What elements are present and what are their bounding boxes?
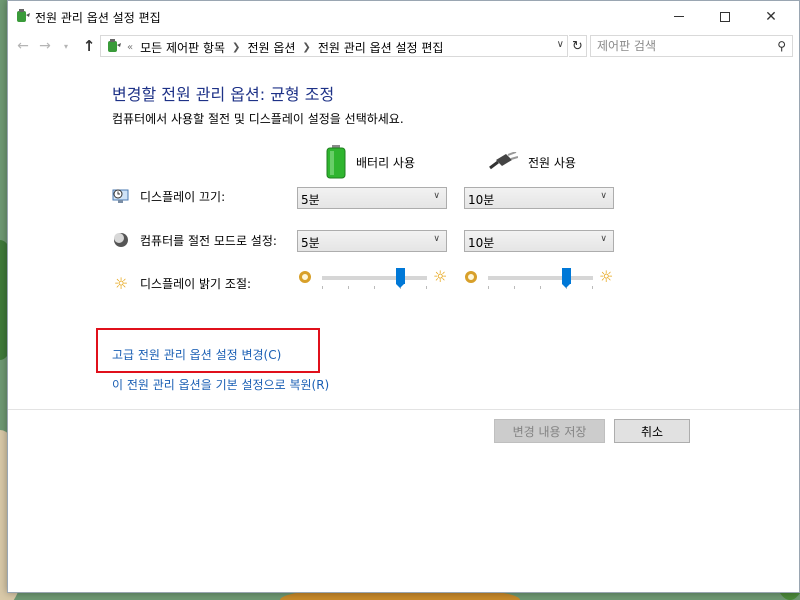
slider-track[interactable] [322, 276, 427, 280]
sleep-label: 컴퓨터를 절전 모드로 설정: [140, 233, 277, 248]
forward-arrow-icon: → [39, 38, 51, 54]
dim-brightness-icon [465, 271, 477, 283]
close-button[interactable]: ✕ [748, 1, 794, 32]
slider-tick [592, 286, 593, 289]
slider-ticks [322, 286, 427, 289]
slider-thumb[interactable] [562, 268, 572, 288]
save-changes-button[interactable]: 변경 내용 저장 [494, 419, 605, 443]
brightness-row: ☼ 디스플레이 밝기 조절: [112, 273, 252, 293]
breadcrumb: « 모든 제어판 항목 ❯ 전원 옵션 ❯ 전원 관리 옵션 설정 편집 [127, 39, 443, 56]
power-plug-icon [489, 152, 518, 170]
cancel-button[interactable]: 취소 [614, 419, 690, 443]
page-title: 변경할 전원 관리 옵션: 균형 조정 [112, 85, 335, 104]
restore-defaults-link[interactable]: 이 전원 관리 옵션을 기본 설정으로 복원(R) [112, 376, 329, 393]
monitor-clock-icon [112, 187, 130, 205]
sleep-plugged-value: 10분 [468, 236, 495, 250]
power-options-icon [108, 39, 121, 52]
recent-locations-button[interactable]: ▾ [60, 36, 72, 56]
search-input[interactable] [591, 36, 771, 56]
brightness-battery-slider[interactable]: ☼ [299, 265, 454, 291]
slider-tick [488, 286, 489, 289]
chevron-down-icon: ∨ [433, 191, 440, 201]
slider-tick [540, 286, 541, 289]
chevron-down-icon: ∨ [600, 234, 607, 244]
display-off-battery-select[interactable]: 5분 ∨ [297, 187, 447, 209]
forward-button[interactable]: → [36, 36, 54, 56]
moon-icon [112, 231, 130, 249]
minimize-icon [674, 16, 684, 17]
display-off-plugged-value: 10분 [468, 193, 495, 207]
slider-ticks [488, 286, 593, 289]
bright-brightness-icon: ☼ [599, 267, 614, 286]
brightness-plugged-slider[interactable]: ☼ [465, 265, 620, 291]
page-subtitle: 컴퓨터에서 사용할 절전 및 디스플레이 설정을 선택하세요. [112, 112, 404, 126]
chevron-down-icon: ∨ [433, 234, 440, 244]
slider-tick [374, 286, 375, 289]
column-header-battery: 배터리 사용 [326, 144, 415, 180]
window-title: 전원 관리 옵션 설정 편집 [35, 11, 161, 25]
sun-icon: ☼ [113, 273, 129, 293]
back-arrow-icon: ← [17, 38, 29, 54]
minimize-button[interactable] [656, 1, 702, 32]
search-icon[interactable]: ⚲ [777, 39, 786, 53]
chevron-down-icon[interactable]: ∨ [557, 39, 564, 50]
display-off-battery-value: 5분 [301, 193, 320, 207]
up-button[interactable]: ↑ [80, 36, 98, 56]
chevron-down-icon: ▾ [63, 41, 68, 51]
address-bar[interactable]: « 모든 제어판 항목 ❯ 전원 옵션 ❯ 전원 관리 옵션 설정 편집 ∨ [100, 35, 568, 57]
slider-track[interactable] [488, 276, 593, 280]
display-off-row: 디스플레이 끄기: [112, 187, 225, 205]
column-header-plugged-in: 전원 사용 [488, 144, 576, 180]
search-box: ⚲ [590, 35, 793, 57]
title-bar[interactable]: 전원 관리 옵션 설정 편집 ✕ [8, 1, 799, 32]
chevron-right-icon[interactable]: ❯ [302, 42, 310, 53]
up-arrow-icon: ↑ [82, 37, 96, 55]
chevron-right-icon[interactable]: ❯ [232, 42, 240, 53]
back-button[interactable]: ← [14, 36, 32, 56]
close-icon: ✕ [765, 8, 777, 25]
display-off-label: 디스플레이 끄기: [140, 189, 226, 204]
maximize-button[interactable] [702, 1, 748, 32]
power-options-icon [17, 9, 30, 22]
main-content: 변경할 전원 관리 옵션: 균형 조정 컴퓨터에서 사용할 절전 및 디스플레이… [8, 60, 799, 594]
sleep-plugged-select[interactable]: 10분 ∨ [464, 230, 614, 252]
battery-icon [326, 145, 346, 179]
column-label-plugged-in: 전원 사용 [528, 155, 576, 170]
sleep-battery-select[interactable]: 5분 ∨ [297, 230, 447, 252]
chevron-down-icon: ∨ [600, 191, 607, 201]
display-off-plugged-select[interactable]: 10분 ∨ [464, 187, 614, 209]
breadcrumb-all-items[interactable]: 모든 제어판 항목 [140, 39, 225, 56]
bright-brightness-icon: ☼ [433, 267, 448, 286]
dim-brightness-icon [299, 271, 311, 283]
breadcrumb-power-options[interactable]: 전원 옵션 [247, 39, 295, 56]
column-label-battery: 배터리 사용 [356, 155, 416, 170]
control-panel-window: 전원 관리 옵션 설정 편집 ✕ ← → ▾ ↑ « 모든 제어판 항목 ❯ 전… [7, 0, 800, 593]
breadcrumb-edit-plan[interactable]: 전원 관리 옵션 설정 편집 [318, 39, 444, 56]
slider-tick [514, 286, 515, 289]
slider-tick [322, 286, 323, 289]
navigation-bar: ← → ▾ ↑ « 모든 제어판 항목 ❯ 전원 옵션 ❯ 전원 관리 옵션 설… [8, 32, 799, 60]
slider-thumb[interactable] [396, 268, 406, 288]
maximize-icon [720, 11, 730, 22]
brightness-label: 디스플레이 밝기 조절: [140, 276, 252, 291]
slider-tick [348, 286, 349, 289]
refresh-button[interactable]: ↻ [569, 35, 587, 57]
slider-tick [426, 286, 427, 289]
divider [8, 409, 799, 410]
sleep-row: 컴퓨터를 절전 모드로 설정: [112, 231, 277, 249]
refresh-icon: ↻ [572, 38, 583, 54]
advanced-settings-link[interactable]: 고급 전원 관리 옵션 설정 변경(C) [112, 346, 281, 363]
sleep-battery-value: 5분 [301, 236, 320, 250]
breadcrumb-overflow[interactable]: « [127, 42, 133, 53]
